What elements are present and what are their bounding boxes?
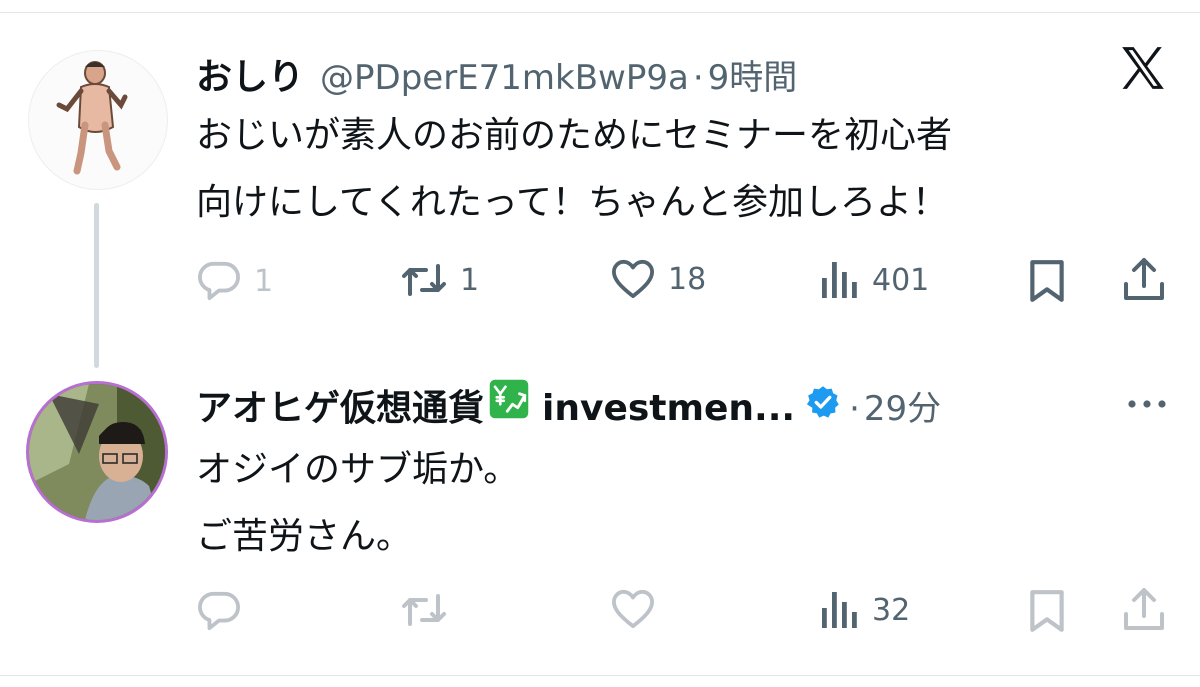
tweet1-header: おしり @PDperE71mkBwP9a · 9時間 [196,48,797,100]
avatar[interactable] [26,381,168,523]
tweet2-text-line-2: ご苦労さん。 [196,516,413,557]
reply-icon [198,591,240,631]
like-button[interactable] [610,588,656,630]
verified-badge-icon [807,386,839,418]
display-name[interactable]: アオヒゲ仮想通貨 [196,379,484,431]
handle[interactable]: @PDperE71mkBwP9a [320,58,689,98]
display-name[interactable]: おしり [196,48,304,100]
handle-truncated[interactable]: investmen... [542,388,795,429]
share-button[interactable] [1122,256,1166,302]
meta-separator: · [692,58,704,98]
bottom-divider [0,675,1200,676]
yen-chart-icon [489,379,529,419]
meta-separator: · [849,389,860,429]
more-icon[interactable] [1126,398,1168,410]
tweet1-text-line-2: 向けにしてくれたって！ちゃんと参加しろよ！ [196,182,949,223]
repost-icon [402,264,446,296]
heart-icon [612,259,654,299]
x-logo-icon [1122,47,1164,89]
heart-icon [612,589,654,629]
repost-count: 1 [460,262,480,298]
like-button[interactable]: 18 [610,258,706,300]
reply-icon [198,261,240,301]
views-button[interactable]: 401 [820,260,929,300]
tweet2-text-line-1: オジイのサブ垢か。 [196,449,520,490]
views-button[interactable]: 32 [820,590,910,630]
bookmark-icon [1030,260,1064,302]
views-icon [822,262,857,298]
bookmark-icon [1030,590,1064,632]
share-icon [1124,258,1164,300]
share-icon [1124,588,1164,630]
avatar[interactable] [28,50,168,190]
views-count: 32 [872,592,911,628]
timestamp[interactable]: 9時間 [708,50,798,99]
reply-count: 1 [254,263,274,299]
like-count: 18 [668,261,707,297]
thread-connector [94,203,99,368]
top-divider [0,12,1200,13]
repost-button[interactable] [400,590,448,630]
avatar-photo-image [29,384,165,520]
repost-icon [402,594,446,626]
avatar-figure-image [56,61,128,175]
views-count: 401 [872,262,930,298]
repost-button[interactable]: 1 [400,260,479,300]
reply-button[interactable]: 1 [196,260,273,302]
tweet1-text-line-1: おじいが素人のお前のためにセミナーを初心者 [196,115,953,156]
timestamp[interactable]: 29分 [864,381,941,430]
tweet2-header: アオヒゲ仮想通貨 investmen... · 29分 [196,378,941,431]
reply-button[interactable] [196,590,242,632]
bookmark-button[interactable] [1026,588,1068,634]
views-icon [822,592,857,628]
bookmark-button[interactable] [1026,258,1068,304]
share-button[interactable] [1122,586,1166,632]
